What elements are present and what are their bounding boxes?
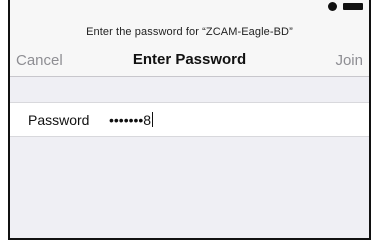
alarm-icon [328, 2, 337, 11]
dialog-frame: Enter the password for “ZCAM-Eagle-BD” C… [8, 0, 371, 240]
text-cursor [152, 112, 154, 127]
password-prompt: Enter the password for “ZCAM-Eagle-BD” [86, 26, 293, 38]
cancel-button[interactable]: Cancel [16, 52, 63, 69]
navigation-bar: Enter the password for “ZCAM-Eagle-BD” C… [10, 14, 369, 77]
status-bar [10, 0, 369, 14]
join-button[interactable]: Join [335, 52, 363, 69]
page-title: Enter Password [132, 51, 247, 68]
password-row: Password •••••••8 [10, 102, 369, 137]
password-value: •••••••8 [109, 112, 152, 128]
password-label: Password [28, 112, 90, 128]
battery-icon [343, 3, 363, 10]
password-field[interactable]: •••••••8 [109, 111, 359, 129]
